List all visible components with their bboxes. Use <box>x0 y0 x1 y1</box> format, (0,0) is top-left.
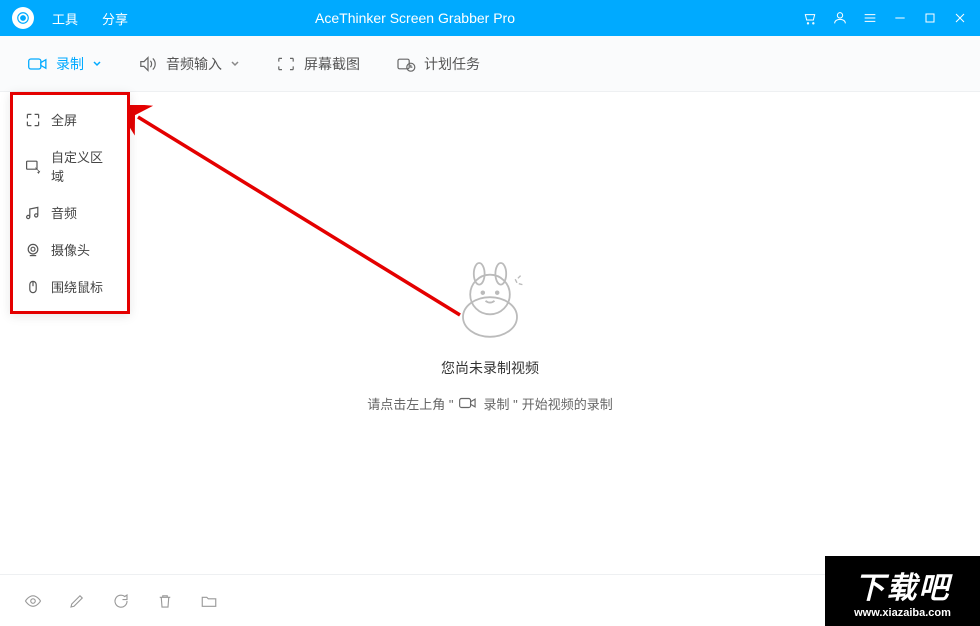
dropdown-region[interactable]: 自定义区域 <box>13 138 127 194</box>
menu-icon[interactable] <box>862 10 878 26</box>
dropdown-audio[interactable]: 音频 <box>13 194 127 231</box>
mouse-icon <box>25 279 41 295</box>
screenshot-button[interactable]: 屏幕截图 <box>276 54 360 74</box>
main-area: 您尚未录制视频 请点击左上角 " 录制 " 开始视频的录制 <box>0 92 980 574</box>
dropdown-fullscreen[interactable]: 全屏 <box>13 101 127 138</box>
fullscreen-icon <box>25 112 41 128</box>
webcam-icon <box>25 242 41 258</box>
dropdown-camera[interactable]: 摄像头 <box>13 231 127 268</box>
maximize-icon[interactable] <box>922 10 938 26</box>
audio-input-label: 音频输入 <box>166 54 222 74</box>
audio-input-button[interactable]: 音频输入 <box>138 54 240 74</box>
chevron-down-icon <box>92 59 102 69</box>
cart-icon[interactable] <box>802 10 818 26</box>
empty-message-2: 请点击左上角 " 录制 " 开始视频的录制 <box>367 394 612 413</box>
close-icon[interactable] <box>952 10 968 26</box>
dropdown-around-mouse[interactable]: 围绕鼠标 <box>13 268 127 305</box>
empty-text-a: 请点击左上角 " <box>367 394 453 413</box>
delete-icon[interactable] <box>156 592 174 610</box>
dropdown-audio-label: 音频 <box>51 203 77 222</box>
empty-text-c: 开始视频的录制 <box>522 394 613 413</box>
screenshot-icon <box>276 56 296 72</box>
dropdown-region-label: 自定义区域 <box>51 147 115 185</box>
preview-icon[interactable] <box>24 592 42 610</box>
titlebar-controls <box>802 10 968 26</box>
schedule-icon <box>396 56 416 72</box>
edit-icon[interactable] <box>68 592 86 610</box>
schedule-button[interactable]: 计划任务 <box>396 54 480 74</box>
camera-icon <box>28 56 48 72</box>
record-label: 录制 <box>56 54 84 74</box>
dropdown-around-mouse-label: 围绕鼠标 <box>51 277 103 296</box>
user-icon[interactable] <box>832 10 848 26</box>
watermark-url: www.xiazaiba.com <box>854 607 951 619</box>
watermark-brand: 下载吧 <box>855 563 951 607</box>
dropdown-camera-label: 摄像头 <box>51 240 90 259</box>
record-dropdown: 全屏 自定义区域 音频 摄像头 围绕鼠标 <box>10 92 130 314</box>
speaker-icon <box>138 56 158 72</box>
region-icon <box>25 158 41 174</box>
app-title: AceThinker Screen Grabber Pro <box>28 10 802 26</box>
minimize-icon[interactable] <box>892 10 908 26</box>
refresh-icon[interactable] <box>112 592 130 610</box>
empty-message-1: 您尚未录制视频 <box>441 358 539 378</box>
folder-icon[interactable] <box>200 592 218 610</box>
record-button[interactable]: 录制 <box>28 54 102 74</box>
mascot-illustration <box>445 254 535 344</box>
dropdown-fullscreen-label: 全屏 <box>51 110 77 129</box>
music-icon <box>25 205 41 221</box>
toolbar: 录制 音频输入 屏幕截图 计划任务 <box>0 36 980 92</box>
titlebar: 工具 分享 AceThinker Screen Grabber Pro <box>0 0 980 36</box>
empty-text-b: 录制 " <box>483 394 517 413</box>
schedule-label: 计划任务 <box>424 54 480 74</box>
chevron-down-icon <box>230 59 240 69</box>
screenshot-label: 屏幕截图 <box>304 54 360 74</box>
camera-icon <box>459 396 477 410</box>
watermark: 下载吧 www.xiazaiba.com <box>825 556 980 626</box>
